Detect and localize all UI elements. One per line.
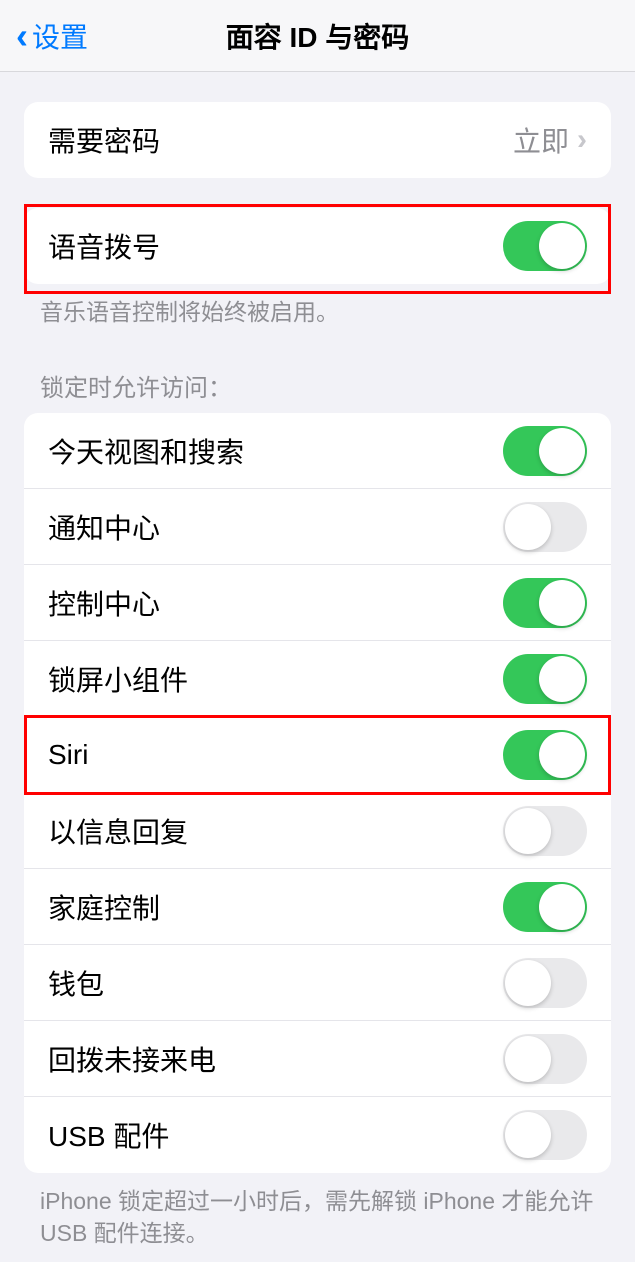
access-row-6: 家庭控制 [24, 869, 611, 945]
voice-dial-footer: 音乐语音控制将始终被启用。 [0, 284, 635, 340]
passcode-group: 需要密码 立即 › [24, 102, 611, 178]
access-row-0: 今天视图和搜索 [24, 413, 611, 489]
access-row-label: 通知中心 [48, 507, 160, 547]
voice-dial-group: 语音拨号 [24, 208, 611, 284]
require-passcode-label: 需要密码 [48, 120, 160, 160]
back-button[interactable]: ‹ 设置 [0, 15, 88, 57]
access-row-2: 控制中心 [24, 565, 611, 641]
navigation-header: ‹ 设置 面容 ID 与密码 [0, 0, 635, 72]
chevron-right-icon: › [577, 123, 587, 157]
access-row-5: 以信息回复 [24, 793, 611, 869]
chevron-left-icon: ‹ [16, 15, 28, 57]
access-toggle-3[interactable] [503, 654, 587, 704]
access-row-7: 钱包 [24, 945, 611, 1021]
toggle-knob [505, 504, 551, 550]
allow-access-group: 今天视图和搜索通知中心控制中心锁屏小组件 Siri 以信息回复家庭控制钱包回拨未接来… [24, 413, 611, 1173]
access-row-label: 锁屏小组件 [48, 659, 188, 699]
access-row-3: 锁屏小组件 [24, 641, 611, 717]
access-toggle-4[interactable] [503, 730, 587, 780]
access-row-label: 以信息回复 [48, 811, 188, 851]
allow-access-header: 锁定时允许访问： [0, 358, 635, 413]
access-row-label: 钱包 [48, 963, 104, 1003]
voice-dial-row: 语音拨号 [24, 208, 611, 284]
access-row-4: Siri [24, 717, 611, 793]
access-toggle-7[interactable] [503, 958, 587, 1008]
toggle-knob [539, 656, 585, 702]
toggle-knob [505, 1112, 551, 1158]
require-passcode-value: 立即 [513, 120, 569, 160]
access-row-label: 家庭控制 [48, 887, 160, 927]
access-row-label: 控制中心 [48, 583, 160, 623]
access-toggle-9[interactable] [503, 1110, 587, 1160]
toggle-knob [505, 960, 551, 1006]
access-row-1: 通知中心 [24, 489, 611, 565]
voice-dial-label: 语音拨号 [48, 226, 160, 266]
access-toggle-2[interactable] [503, 578, 587, 628]
access-row-label: Siri [48, 739, 88, 771]
access-row-9: USB 配件 [24, 1097, 611, 1173]
allow-access-footer: iPhone 锁定超过一小时后，需先解锁 iPhone 才能允许 USB 配件连… [0, 1173, 635, 1261]
access-toggle-0[interactable] [503, 426, 587, 476]
require-passcode-row[interactable]: 需要密码 立即 › [24, 102, 611, 178]
access-toggle-8[interactable] [503, 1034, 587, 1084]
access-row-label: USB 配件 [48, 1115, 169, 1155]
access-row-label: 今天视图和搜索 [48, 431, 244, 471]
back-label: 设置 [32, 16, 88, 56]
toggle-knob [539, 223, 585, 269]
page-title: 面容 ID 与密码 [226, 16, 410, 56]
toggle-knob [505, 1036, 551, 1082]
toggle-knob [539, 884, 585, 930]
access-toggle-6[interactable] [503, 882, 587, 932]
access-row-8: 回拨未接来电 [24, 1021, 611, 1097]
toggle-knob [539, 428, 585, 474]
access-toggle-1[interactable] [503, 502, 587, 552]
toggle-knob [539, 732, 585, 778]
access-row-label: 回拨未接来电 [48, 1039, 216, 1079]
toggle-knob [505, 808, 551, 854]
access-toggle-5[interactable] [503, 806, 587, 856]
voice-dial-toggle[interactable] [503, 221, 587, 271]
toggle-knob [539, 580, 585, 626]
